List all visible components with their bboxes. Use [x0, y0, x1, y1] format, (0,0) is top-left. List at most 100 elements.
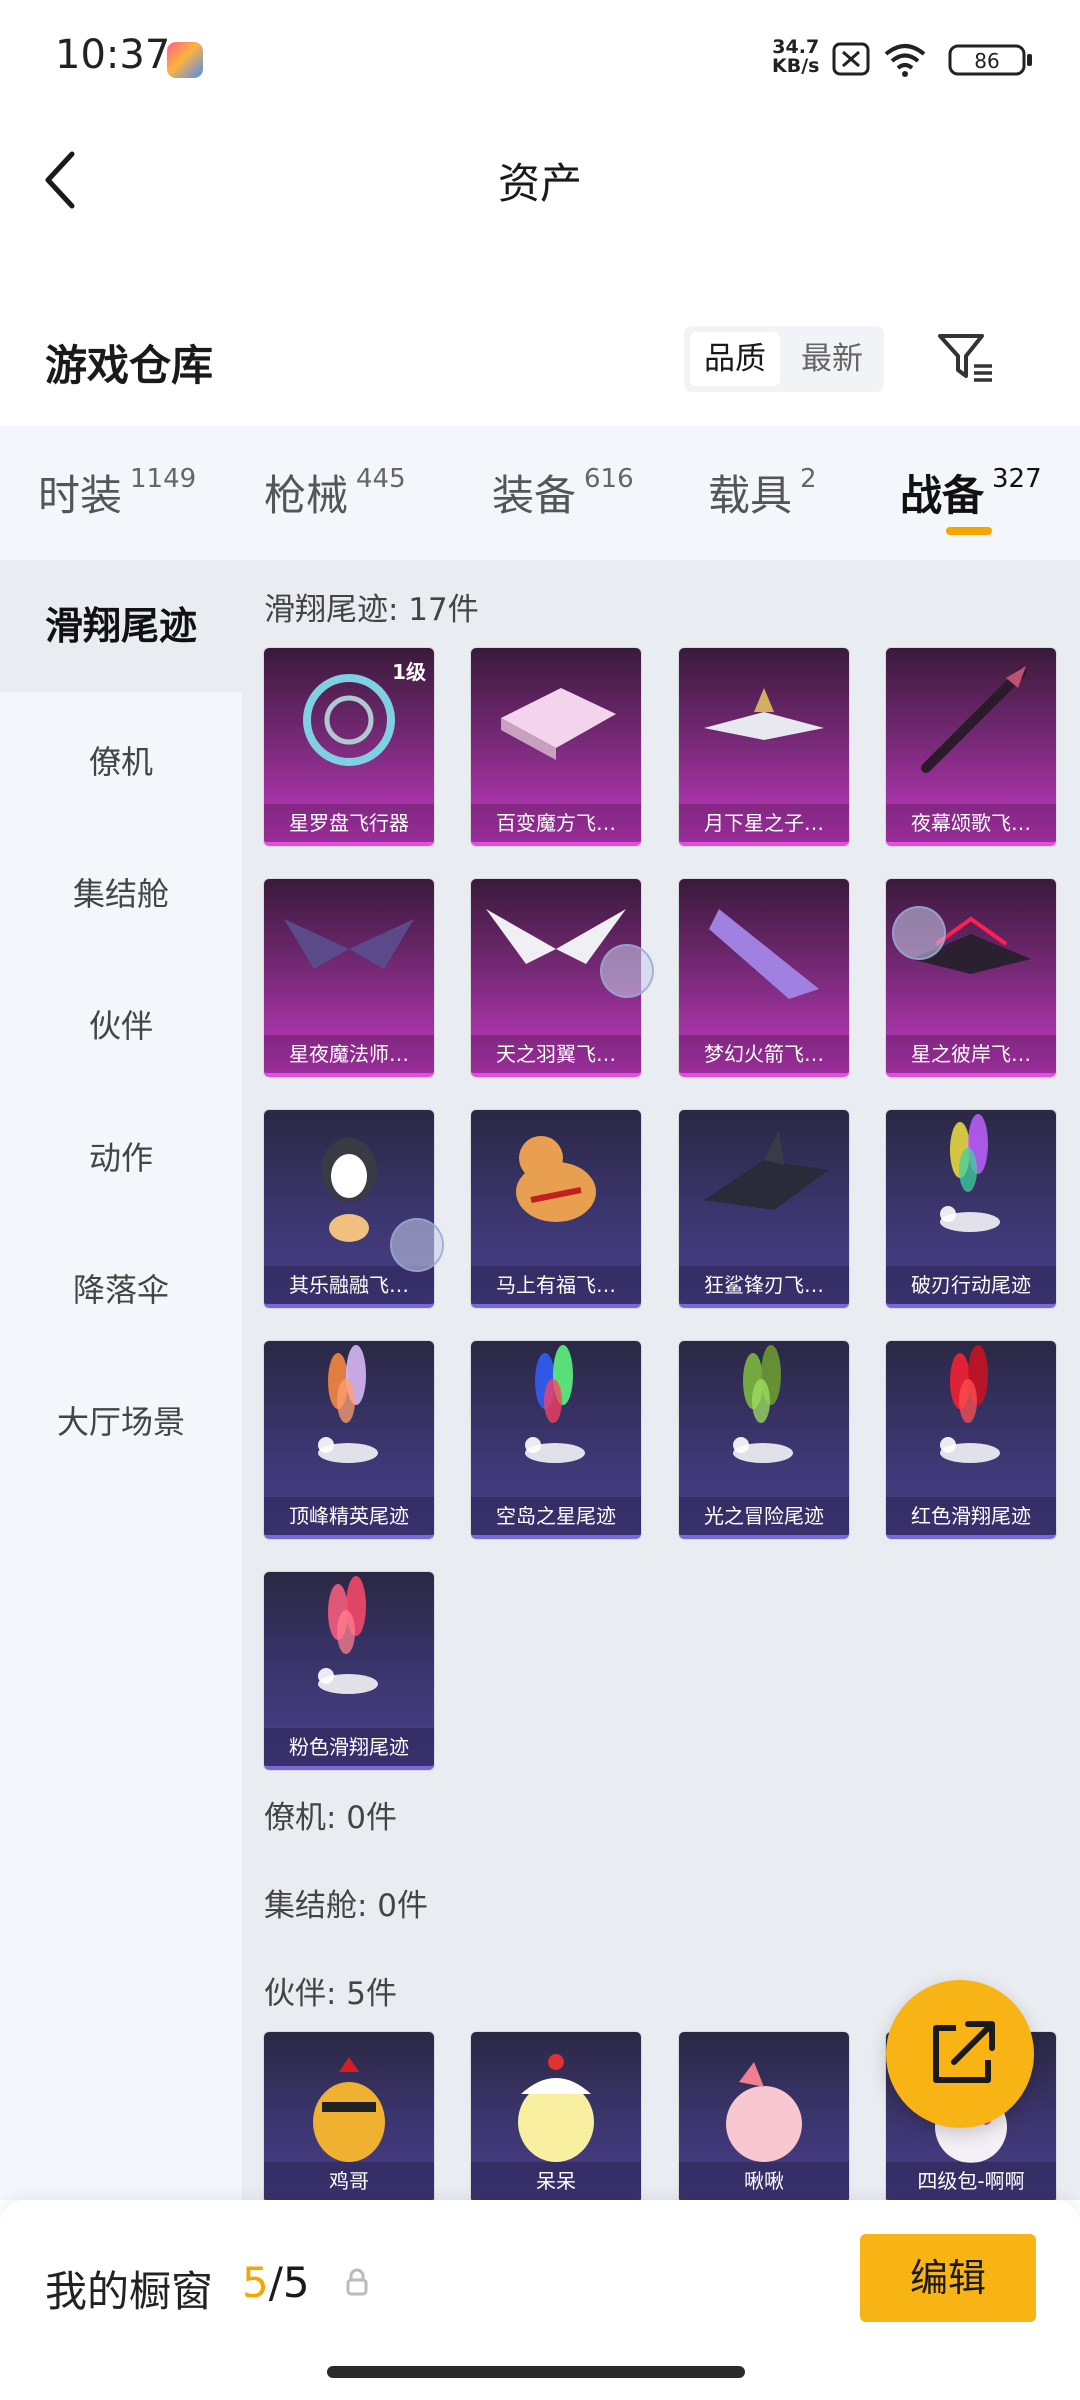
section-title-capsule: 集结舱: 0件 — [264, 1888, 429, 1924]
item-card[interactable]: 夜幕颂歌飞… — [886, 648, 1056, 846]
share-icon — [933, 2021, 995, 2083]
item-name: 星之彼岸飞… — [886, 1035, 1056, 1073]
item-thumbnail — [921, 666, 1026, 773]
item-card[interactable]: 马上有福飞… — [471, 1110, 641, 1308]
item-thumbnail — [501, 688, 616, 760]
active-tab-indicator — [946, 527, 992, 535]
item-card[interactable]: 呆呆 — [471, 2032, 641, 2204]
item-name: 梦幻火箭飞… — [679, 1035, 849, 1073]
sidebar-item-partner[interactable]: 伙伴 — [0, 996, 242, 1056]
home-indicator — [327, 2366, 745, 2378]
tab-equipment[interactable]: 装备 616 — [492, 462, 634, 523]
touch-indicator — [892, 906, 946, 960]
tab-count: 327 — [992, 464, 1042, 494]
edit-button[interactable]: 编辑 — [860, 2234, 1036, 2322]
showcase-count-total: /5 — [268, 2258, 310, 2307]
item-card[interactable]: 狂鲨锋刃飞… — [679, 1110, 849, 1308]
item-card[interactable]: 顶峰精英尾迹 — [264, 1341, 434, 1539]
filter-icon[interactable] — [936, 330, 996, 386]
tab-firearms[interactable]: 枪械 445 — [264, 462, 406, 523]
sidebar-item-emote[interactable]: 动作 — [0, 1128, 242, 1188]
back-arrow-icon[interactable] — [40, 148, 80, 212]
item-thumbnail — [284, 919, 414, 969]
section-title-partner: 伙伴: 5件 — [264, 1976, 398, 2012]
item-card[interactable]: 光之冒险尾迹 — [679, 1341, 849, 1539]
item-name: 狂鲨锋刃飞… — [679, 1266, 849, 1304]
item-card[interactable]: 鸡哥 — [264, 2032, 434, 2204]
item-card[interactable]: 啾啾 — [679, 2032, 849, 2204]
tab-label: 载具 — [708, 471, 793, 520]
item-card[interactable]: 星夜魔法师… — [264, 879, 434, 1077]
item-name: 四级包-啊啊 — [886, 2162, 1056, 2200]
item-name: 红色滑翔尾迹 — [886, 1497, 1056, 1535]
item-thumbnail — [704, 688, 824, 740]
sidebar-item-parachute[interactable]: 降落伞 — [0, 1260, 242, 1320]
item-thumbnail — [709, 909, 819, 999]
category-tabs: 时装 1149 枪械 445 装备 616 载具 2 战备 327 — [0, 426, 1080, 560]
tab-battle-prep[interactable]: 战备 327 — [900, 462, 1042, 523]
item-name: 光之冒险尾迹 — [679, 1497, 849, 1535]
warehouse-title: 游戏仓库 — [45, 341, 214, 390]
tab-label: 时装 — [38, 471, 123, 520]
item-name: 其乐融融飞… — [264, 1266, 434, 1304]
wifi-icon — [884, 44, 926, 77]
page-title: 资产 — [497, 159, 582, 208]
item-name: 粉色滑翔尾迹 — [264, 1728, 434, 1766]
item-name: 鸡哥 — [264, 2162, 434, 2200]
status-time: 10:37 — [55, 32, 171, 78]
sidebar-item-wingman[interactable]: 僚机 — [0, 732, 242, 792]
item-card[interactable]: 破刃行动尾迹 — [886, 1110, 1056, 1308]
item-name: 啾啾 — [679, 2162, 849, 2200]
item-name: 星夜魔法师… — [264, 1035, 434, 1073]
battery-level: 86 — [974, 49, 999, 73]
item-card[interactable]: 其乐融融飞… — [264, 1110, 434, 1308]
touch-indicator — [600, 944, 654, 998]
item-level-badge: 1级 — [392, 660, 426, 684]
item-card[interactable]: 月下星之子… — [679, 648, 849, 846]
item-thumbnail — [518, 2054, 594, 2162]
item-name: 空岛之星尾迹 — [471, 1497, 641, 1535]
item-name: 天之羽翼飞… — [471, 1035, 641, 1073]
tab-count: 445 — [356, 464, 406, 494]
item-thumbnail — [726, 2062, 802, 2162]
item-thumbnail — [940, 1114, 1000, 1232]
sort-quality-button[interactable]: 品质 — [690, 332, 780, 386]
item-name: 呆呆 — [471, 2162, 641, 2200]
sidebar-item-capsule[interactable]: 集结舱 — [0, 864, 242, 924]
sidebar: 滑翔尾迹 僚机 集结舱 伙伴 动作 降落伞 大厅场景 — [0, 560, 242, 2200]
share-button[interactable] — [886, 1980, 1034, 2128]
item-thumbnail — [516, 1136, 596, 1222]
touch-indicator — [390, 1218, 444, 1272]
battery-icon: 86 — [948, 44, 1032, 76]
game-app-icon — [167, 42, 203, 78]
tab-label: 战备 — [900, 471, 985, 520]
tab-vehicles[interactable]: 载具 2 — [708, 462, 817, 523]
item-thumbnail — [940, 1345, 1000, 1463]
item-card[interactable]: 梦幻火箭飞… — [679, 879, 849, 1077]
sidebar-item-lobby-scene[interactable]: 大厅场景 — [0, 1392, 242, 1452]
item-name: 星罗盘飞行器 — [264, 804, 434, 842]
item-name: 顶峰精英尾迹 — [264, 1497, 434, 1535]
item-card[interactable]: 粉色滑翔尾迹 — [264, 1572, 434, 1770]
item-card[interactable]: 红色滑翔尾迹 — [886, 1341, 1056, 1539]
tab-label: 装备 — [492, 471, 577, 520]
sort-toggle: 品质 最新 — [684, 326, 884, 392]
item-thumbnail — [704, 1130, 829, 1210]
sidebar-item-glide-trail[interactable]: 滑翔尾迹 — [0, 560, 242, 692]
item-card[interactable]: 百变魔方飞… — [471, 648, 641, 846]
sim-off-icon — [832, 42, 870, 76]
showcase-count: 5/5 — [242, 2258, 310, 2307]
showcase-count-current: 5 — [242, 2258, 269, 2307]
item-card[interactable]: 1级星罗盘飞行器 — [264, 648, 434, 846]
showcase-label: 我的橱窗 — [45, 2267, 214, 2316]
item-thumbnail — [525, 1345, 585, 1463]
network-speed-unit: KB/s — [772, 55, 820, 77]
item-card[interactable]: 空岛之星尾迹 — [471, 1341, 641, 1539]
sort-newest-button[interactable]: 最新 — [784, 332, 880, 386]
tab-label: 枪械 — [264, 471, 349, 520]
status-icons: 86 — [832, 42, 1032, 77]
item-thumbnail — [318, 1345, 378, 1463]
item-name: 百变魔方飞… — [471, 804, 641, 842]
tab-fashion[interactable]: 时装 1149 — [38, 462, 196, 523]
item-thumbnail — [313, 2057, 385, 2162]
